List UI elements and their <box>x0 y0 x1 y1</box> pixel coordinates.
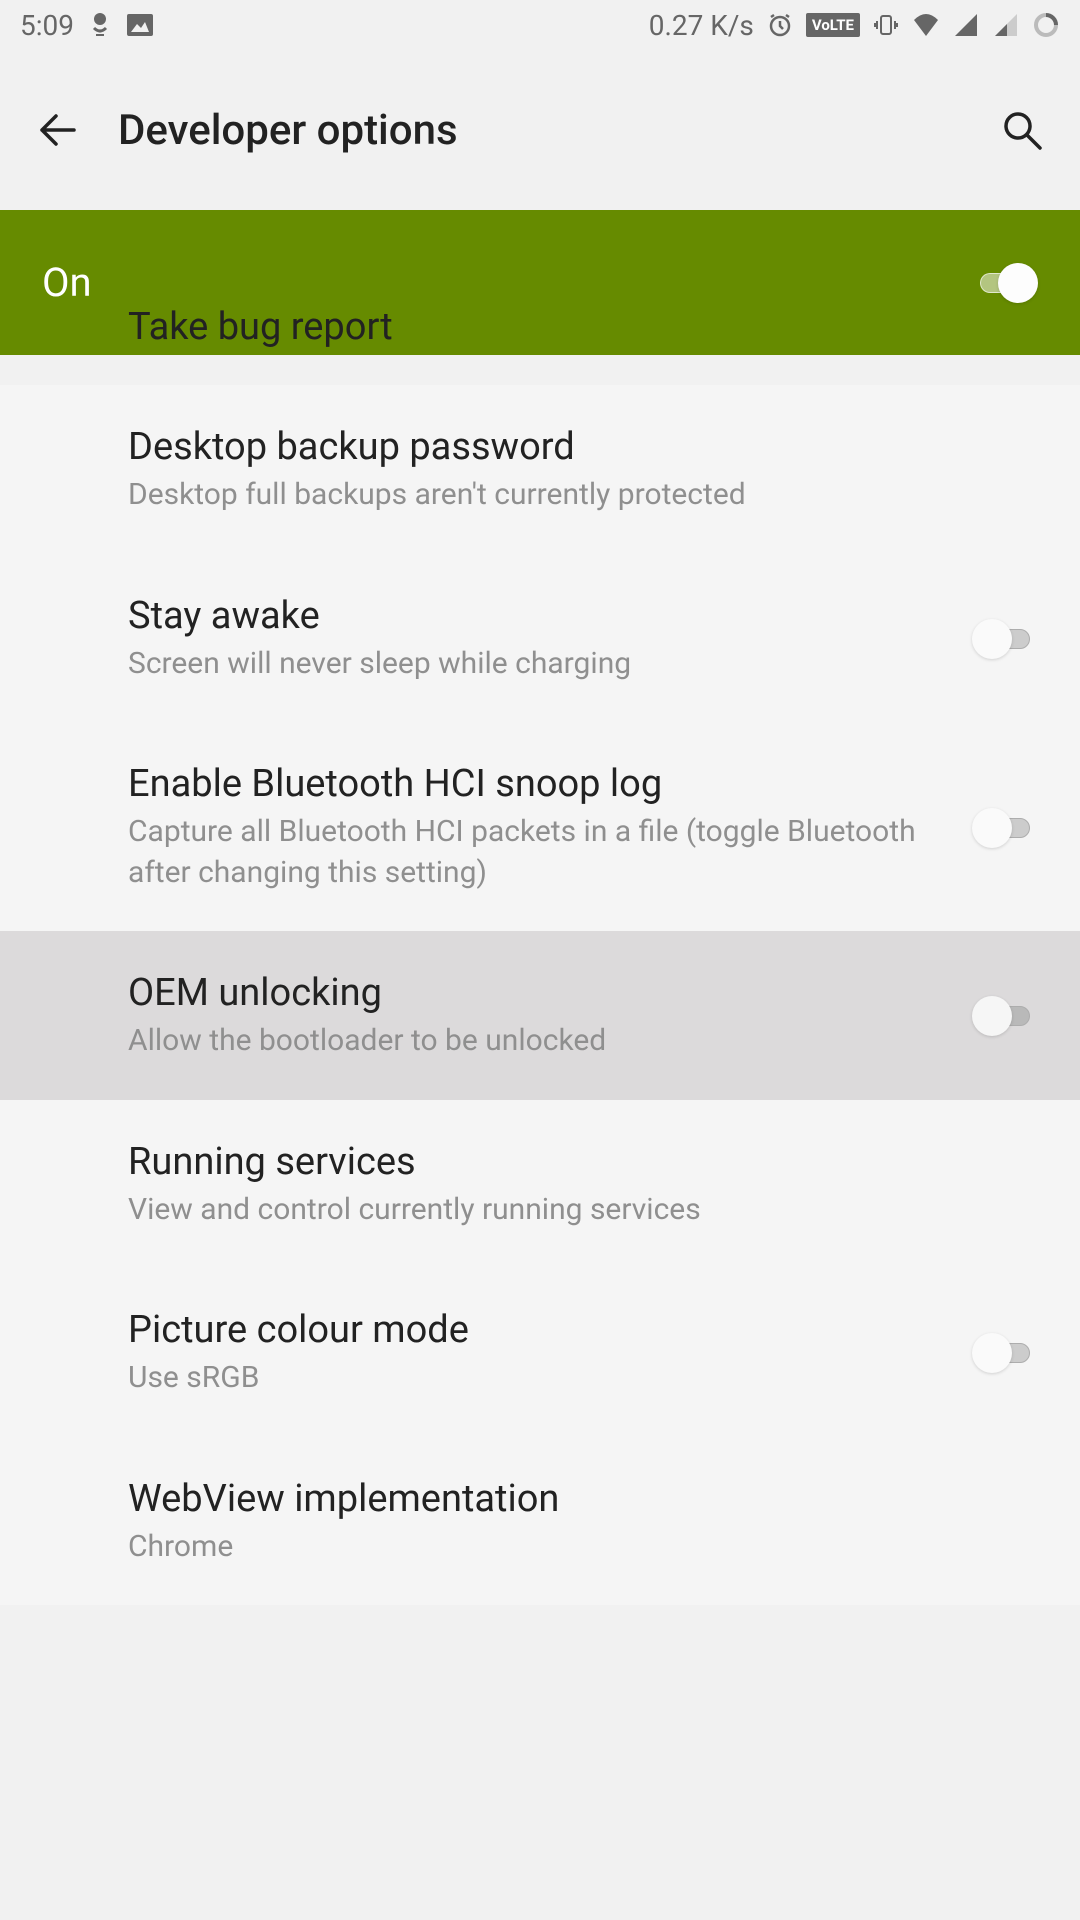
setting-title: Desktop backup password <box>128 425 1038 469</box>
status-data-rate: 0.27 K/s <box>649 9 754 42</box>
signal-2-icon <box>992 11 1020 39</box>
status-time: 5:09 <box>20 9 74 42</box>
alarm-icon <box>766 11 794 39</box>
status-bar: 5:09 0.27 K/s VoLTE <box>0 0 1080 50</box>
setting-item-bug-report[interactable]: Take bug report <box>0 305 1080 385</box>
setting-subtitle: Allow the bootloader to be unlocked <box>128 1021 952 1062</box>
master-toggle-label: On <box>42 259 952 306</box>
status-right: 0.27 K/s VoLTE <box>649 9 1060 42</box>
app-bar: Developer options <box>0 50 1080 210</box>
setting-title: OEM unlocking <box>128 971 952 1015</box>
page-title: Developer options <box>118 106 992 155</box>
stay-awake-toggle[interactable] <box>972 619 1038 659</box>
signal-1-icon <box>952 11 980 39</box>
oem-unlock-toggle[interactable] <box>972 996 1038 1036</box>
master-toggle-switch[interactable] <box>972 263 1038 303</box>
picture-colour-toggle[interactable] <box>972 1333 1038 1373</box>
vibrate-icon <box>872 11 900 39</box>
bluetooth-hci-toggle[interactable] <box>972 808 1038 848</box>
mic-icon <box>86 11 114 39</box>
setting-item-webview[interactable]: WebView implementation Chrome <box>0 1437 1080 1606</box>
setting-subtitle: Chrome <box>128 1527 1038 1568</box>
image-icon <box>126 11 154 39</box>
back-button[interactable] <box>28 100 88 160</box>
setting-item-oem-unlock[interactable]: OEM unlocking Allow the bootloader to be… <box>0 931 1080 1100</box>
setting-title: Running services <box>128 1140 1038 1184</box>
volte-icon: VoLTE <box>806 13 860 37</box>
setting-subtitle: Screen will never sleep while charging <box>128 644 952 685</box>
wifi-icon <box>912 11 940 39</box>
setting-title: Stay awake <box>128 594 952 638</box>
search-icon <box>998 106 1046 154</box>
status-left: 5:09 <box>20 9 154 42</box>
back-arrow-icon <box>34 106 82 154</box>
search-button[interactable] <box>992 100 1052 160</box>
loading-icon <box>1032 11 1060 39</box>
setting-title: Picture colour mode <box>128 1308 952 1352</box>
setting-item-stay-awake[interactable]: Stay awake Screen will never sleep while… <box>0 554 1080 723</box>
setting-item-bluetooth-hci[interactable]: Enable Bluetooth HCI snoop log Capture a… <box>0 722 1080 931</box>
setting-subtitle: Desktop full backups aren't currently pr… <box>128 475 1038 516</box>
setting-subtitle: Use sRGB <box>128 1358 952 1399</box>
setting-item-picture-colour[interactable]: Picture colour mode Use sRGB <box>0 1268 1080 1437</box>
setting-title: Take bug report <box>128 305 1038 349</box>
settings-list: Desktop backup password Desktop full bac… <box>0 385 1080 1605</box>
setting-title: Enable Bluetooth HCI snoop log <box>128 762 952 806</box>
setting-item-running-services[interactable]: Running services View and control curren… <box>0 1100 1080 1269</box>
setting-subtitle: View and control currently running servi… <box>128 1190 1038 1231</box>
setting-title: WebView implementation <box>128 1477 1038 1521</box>
setting-subtitle: Capture all Bluetooth HCI packets in a f… <box>128 812 952 893</box>
setting-item-desktop-backup[interactable]: Desktop backup password Desktop full bac… <box>0 385 1080 554</box>
